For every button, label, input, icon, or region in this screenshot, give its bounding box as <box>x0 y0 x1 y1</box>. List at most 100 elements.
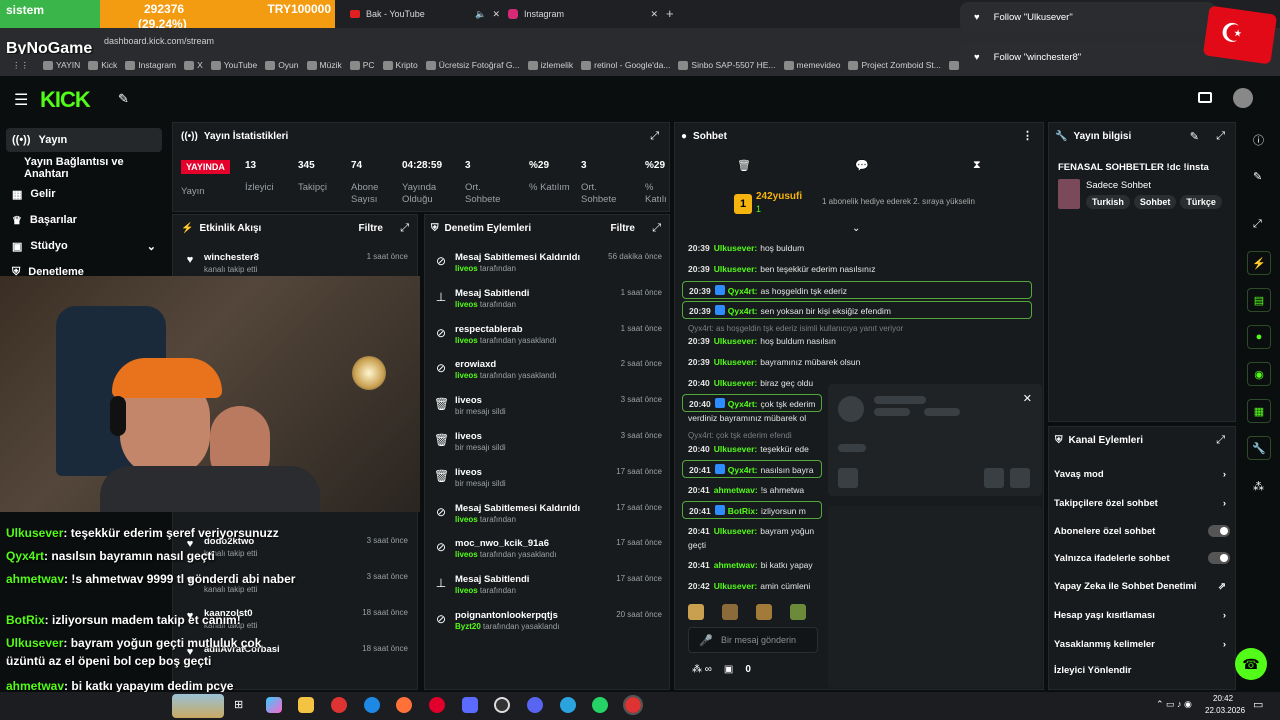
chat-username[interactable]: Ulkusever: <box>714 357 757 367</box>
microphone-icon[interactable]: 🎤 <box>699 634 713 647</box>
rail-chat-button[interactable]: ● <box>1247 325 1271 349</box>
discord-icon[interactable] <box>527 697 543 713</box>
chat-message[interactable]: 20:41 BotRix: izliyorsun m <box>682 501 822 519</box>
bookmark-item[interactable]: retinol - Google'da... <box>581 60 670 70</box>
channel-action[interactable]: Abonelere özel sohbet <box>1054 520 1230 542</box>
moderation-entry[interactable]: ⊘ poignantonlookerpqtjs Byzt20 tarafından … <box>428 608 668 644</box>
apps-icon[interactable]: ⋮⋮ <box>12 60 29 71</box>
bookmark-item[interactable]: Müzik <box>306 60 342 70</box>
bookmark-item[interactable]: memevideo <box>783 60 840 70</box>
channel-action[interactable]: Yavaş mod › <box>1054 463 1230 485</box>
bookmark-item[interactable]: Oyun <box>265 60 299 70</box>
notification-icon[interactable]: ▭ <box>1253 698 1263 711</box>
bookmark-item[interactable]: Ücretsiz Fotoğraf G... <box>425 60 520 70</box>
firefox-icon[interactable] <box>396 697 412 713</box>
bookmark-item[interactable]: YouTube <box>210 60 257 70</box>
pin-icon[interactable]: ⌄ <box>852 223 860 234</box>
chat-message[interactable]: 20:39 Ulkusever: hoş buldum nasılsın <box>682 332 1032 350</box>
bookmark-item[interactable]: YAYIN <box>43 60 80 70</box>
moderator-name[interactable]: liveos <box>455 336 478 345</box>
wallet-icon[interactable] <box>1198 92 1212 103</box>
weather-widget[interactable] <box>172 694 224 718</box>
system-tray-icons[interactable]: ⌃ ▭ ♪ ◉ <box>1156 699 1192 710</box>
chat-input[interactable]: 🎤 Bir mesaj gönderin <box>688 627 818 653</box>
chat-message[interactable]: 20:39 Qyx4rt: as hoşgeldin tşk ederiz <box>682 281 1032 299</box>
chat-username[interactable]: Qyx4rt: <box>728 306 758 316</box>
tag[interactable]: Sohbet <box>1133 195 1177 209</box>
new-tab-icon[interactable]: + <box>666 6 674 21</box>
tag[interactable]: Turkish <box>1086 195 1130 209</box>
sidebar-item-stream-key[interactable]: Yayın Bağlantısı ve Anahtarı <box>6 156 162 180</box>
copilot-icon[interactable] <box>266 697 282 713</box>
emote-icon[interactable] <box>790 604 806 620</box>
bookmark-item[interactable]: Kripto <box>382 60 418 70</box>
moderation-entry[interactable]: 🗑 liveos bir mesajı sildi 17 saat önce <box>428 465 668 501</box>
infinity-icon[interactable]: ⁂ ∞ <box>692 664 712 675</box>
moderator-name[interactable]: liveos <box>455 300 478 309</box>
chat-message[interactable]: 20:39 Ulkusever: bayramınız mübarek olsun <box>682 353 1032 371</box>
channel-action[interactable]: Hesap yaşı kısıtlaması › <box>1054 604 1230 626</box>
rail-bolt-button[interactable]: ⚡ <box>1247 251 1271 275</box>
obs-icon[interactable] <box>494 697 510 713</box>
activity-filter-button[interactable]: Filtre <box>359 223 383 234</box>
chrome-active-icon[interactable] <box>623 695 643 715</box>
close-icon[interactable]: ✕ <box>1023 392 1032 405</box>
tab-instagram[interactable]: Instagram ✕ <box>508 4 658 24</box>
moderator-name[interactable]: liveos <box>455 371 478 380</box>
speaker-icon[interactable]: 🔈 <box>475 9 486 20</box>
chat-username[interactable]: BotRix: <box>728 506 758 516</box>
info-icon[interactable]: ⓘ <box>1253 132 1264 148</box>
clock-date[interactable]: 22.03.2026 <box>1205 706 1245 715</box>
gift-user[interactable]: 242yusufi <box>756 191 802 202</box>
chat-message[interactable]: 20:41 ahmetwav: !s ahmetwa <box>682 481 822 499</box>
expand-icon[interactable]: ⤢ <box>650 130 659 143</box>
moderator-name[interactable]: liveos <box>455 550 478 559</box>
url-field[interactable]: dashboard.kick.com/stream <box>104 36 214 46</box>
channel-action[interactable]: Takipçilere özel sohbet › <box>1054 492 1230 514</box>
expand-icon[interactable]: ⤢ <box>1216 130 1225 143</box>
gift-box-icon[interactable]: ▣ <box>724 664 733 675</box>
sidebar-item-basarilar[interactable]: ♛ Başarılar <box>6 208 162 232</box>
tag[interactable]: Türkçe <box>1180 195 1222 209</box>
chat-message[interactable]: 20:42 Ulkusever: amin cümleni <box>682 577 822 595</box>
more-icon[interactable]: ⋮ <box>1022 129 1033 142</box>
rail-broadcast-button[interactable]: ◉ <box>1247 362 1271 386</box>
moderator-name[interactable]: liveos <box>455 515 478 524</box>
moderation-entry[interactable]: ⊘ Mesaj Sabitlemesi Kaldırıldı liveos tara… <box>428 501 668 537</box>
file-explorer-icon[interactable] <box>298 697 314 713</box>
app-icon[interactable] <box>462 697 478 713</box>
chat-message[interactable]: 20:39 Ulkusever: ben teşekkür ederim nasıl… <box>682 260 1032 278</box>
task-view-icon[interactable]: ⊞ <box>234 698 243 711</box>
close-icon[interactable]: ✕ <box>492 9 500 20</box>
moderation-entry[interactable]: ⊥ Mesaj Sabitlendi liveos tarafından 17 saa… <box>428 572 668 608</box>
toggle-switch[interactable] <box>1208 552 1230 564</box>
telegram-icon[interactable] <box>560 697 576 713</box>
bookmark-item[interactable]: Project Zomboid St... <box>848 60 941 70</box>
moderation-filter-button[interactable]: Filtre <box>611 223 635 234</box>
chat-username[interactable]: Qyx4rt: <box>728 465 758 475</box>
moderator-name[interactable]: liveos <box>455 264 478 273</box>
channel-action[interactable]: Yasaklanmış kelimeler › <box>1054 633 1230 655</box>
sidebar-item-yayin[interactable]: ((•)) Yayın <box>6 128 162 152</box>
chat-message[interactable]: 20:40 Ulkusever: teşekkür ede <box>682 440 822 458</box>
moderation-entry[interactable]: 🗑 liveos bir mesajı sildi 3 saat önce <box>428 429 668 465</box>
bookmark-item[interactable]: izlemelik <box>527 60 573 70</box>
chat-username[interactable]: Ulkusever: <box>714 581 757 591</box>
bookmark-item[interactable]: Kick <box>88 60 117 70</box>
chat-username[interactable]: Ulkusever: <box>714 378 757 388</box>
chat-message[interactable]: 20:39 Ulkusever: hoş buldum <box>682 239 1032 257</box>
bookmark-item[interactable]: Instagram <box>125 60 176 70</box>
chat-username[interactable]: ahmetwav: <box>714 560 758 570</box>
chat-username[interactable]: Qyx4rt: <box>728 286 758 296</box>
moderation-entry[interactable]: ⊘ erowiaxd liveos tarafından yasaklandı 2 s… <box>428 357 668 393</box>
trash-icon[interactable]: 🗑 <box>737 159 751 172</box>
avatar[interactable] <box>1233 88 1253 108</box>
expand-icon[interactable]: ⤢ <box>1253 218 1262 231</box>
chat-username[interactable]: Qyx4rt: <box>728 399 758 409</box>
emote-icon[interactable] <box>688 604 704 620</box>
moderation-entry[interactable]: ⊘ moc_nwo_kcik_91a6 liveos tarafından yasa… <box>428 536 668 572</box>
share-icon[interactable]: ⁂ <box>1253 480 1264 493</box>
support-icon[interactable]: ☎ <box>1235 648 1267 680</box>
chat-message[interactable]: 20:41 Qyx4rt: nasılsın bayra <box>682 460 822 478</box>
toggle-switch[interactable] <box>1208 525 1230 537</box>
